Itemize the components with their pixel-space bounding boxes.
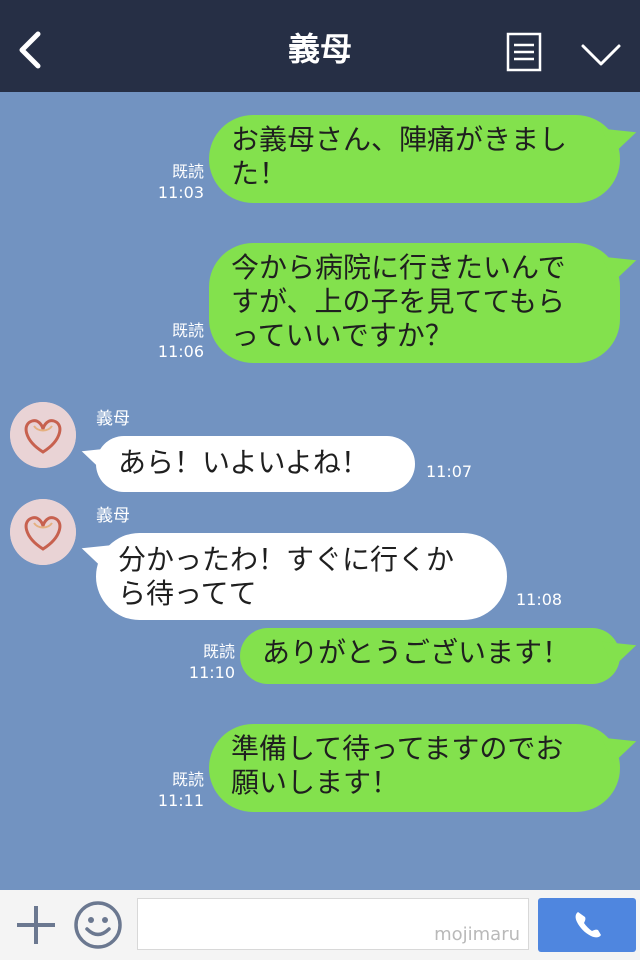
message-line: 準備して待ってますのでお [231, 732, 564, 765]
message-meta: 既読 11:11 [150, 769, 204, 811]
avatar[interactable] [10, 499, 76, 565]
plus-icon[interactable] [14, 903, 58, 947]
message-line: ら待ってて [118, 577, 257, 610]
message-line: すが、上の子を見ててもら [231, 285, 566, 318]
message-line: 分かったわ！すぐに行くか [118, 543, 455, 576]
call-button[interactable] [538, 898, 636, 952]
message-meta: 既読 11:06 [150, 320, 204, 362]
watermark: mojimaru [434, 924, 520, 945]
phone-icon [575, 912, 601, 938]
message-bubble-sent[interactable]: 準備して待ってますのでお 願いします！ [209, 724, 620, 812]
message-time: 11:03 [157, 183, 204, 202]
message-line: っていいですか？ [231, 319, 453, 352]
message-bubble-sent[interactable]: ありがとうございます！ [240, 628, 620, 684]
message-time: 11:10 [188, 663, 235, 682]
avatar[interactable] [10, 402, 76, 468]
message-line: た！ [231, 157, 288, 190]
chat-header: 義母 [0, 0, 640, 92]
message-time: 11:11 [157, 791, 204, 810]
read-receipt: 既読 [171, 162, 204, 181]
smiley-icon[interactable] [73, 900, 123, 950]
message-line: 今から病院に行きたいんで [231, 251, 566, 284]
message-line: ありがとうございます！ [262, 636, 571, 669]
message-line: 願いします！ [231, 766, 400, 799]
heart-ring-icon [10, 499, 76, 565]
read-receipt: 既読 [171, 770, 204, 789]
read-receipt: 既読 [171, 321, 204, 340]
message-time: 11:06 [157, 342, 204, 361]
heart-ring-icon [10, 402, 76, 468]
message-line: あら！いよいよね！ [118, 446, 369, 479]
message-time: 11:08 [516, 590, 563, 609]
message-meta: 既読 11:03 [150, 161, 204, 203]
message-meta: 既読 11:10 [181, 641, 235, 683]
message-input[interactable]: mojimaru [137, 898, 529, 950]
sender-name: 義母 [96, 506, 130, 526]
sender-name: 義母 [96, 409, 130, 429]
message-bubble-received[interactable]: 分かったわ！すぐに行くか ら待ってて [96, 533, 507, 620]
message-time: 11:07 [426, 462, 473, 481]
message-bubble-received[interactable]: あら！いよいよね！ [96, 436, 415, 492]
message-bubble-sent[interactable]: お義母さん、陣痛がきまし た！ [209, 115, 620, 203]
message-bubble-sent[interactable]: 今から病院に行きたいんで すが、上の子を見ててもら っていいですか？ [209, 243, 620, 363]
message-line: お義母さん、陣痛がきまし [231, 123, 568, 156]
read-receipt: 既読 [202, 642, 235, 661]
chat-title: 義母 [287, 30, 352, 68]
list-icon[interactable] [506, 32, 542, 72]
chevron-down-icon[interactable] [580, 42, 622, 68]
